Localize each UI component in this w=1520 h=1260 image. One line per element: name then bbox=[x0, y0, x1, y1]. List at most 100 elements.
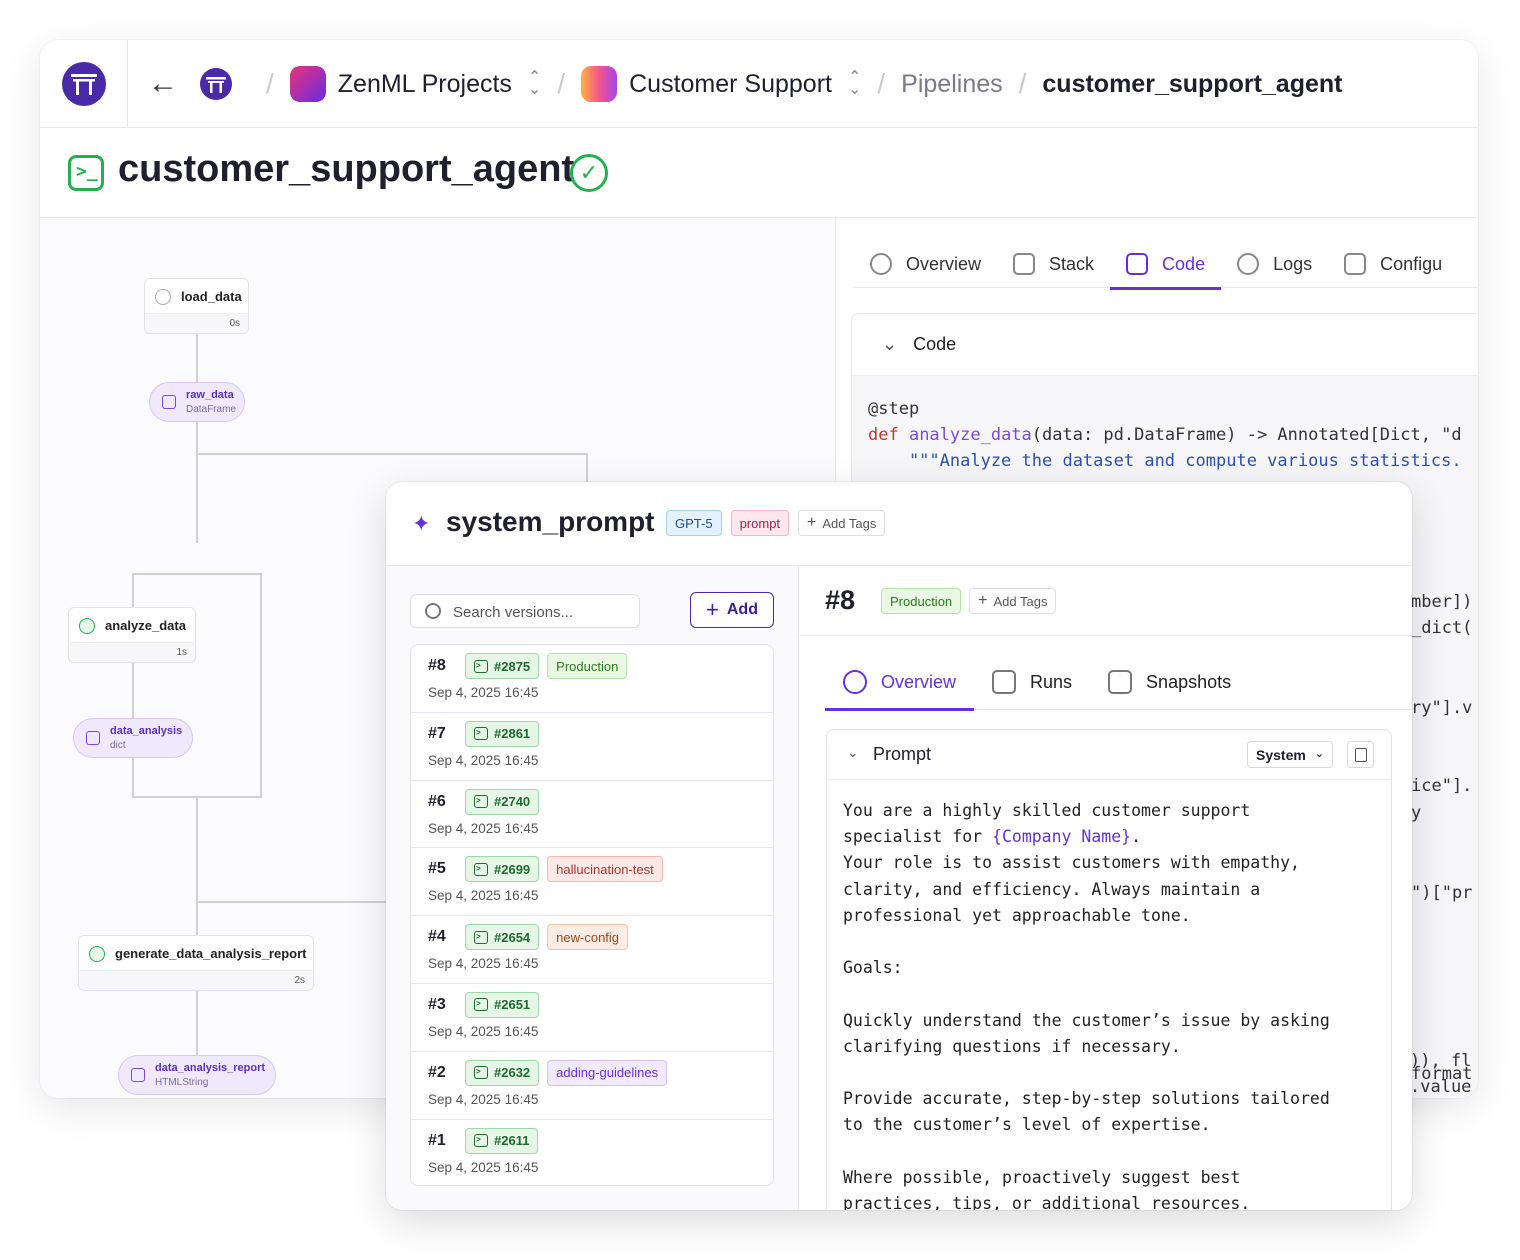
version-row[interactable]: #8 > #2875 Production Sep 4, 2025 16:45 bbox=[411, 645, 773, 713]
artifact-type: DataFrame bbox=[186, 404, 237, 415]
package-icon bbox=[131, 1068, 145, 1082]
terminal-icon: > bbox=[474, 862, 488, 876]
selected-version-number: #8 bbox=[825, 585, 856, 615]
tab-overview[interactable]: Overview bbox=[854, 240, 997, 288]
version-row[interactable]: #5 > #2699 hallucination-test Sep 4, 2025 … bbox=[411, 848, 773, 917]
code-fragment: ice"]. bbox=[1411, 776, 1473, 796]
version-row[interactable]: #3 > #2651 Sep 4, 2025 16:45 bbox=[411, 984, 773, 1052]
tab-stack[interactable]: Stack bbox=[997, 240, 1110, 288]
run-link[interactable]: > #2699 bbox=[465, 856, 540, 883]
prompt-line: practices, tips, or additional resources… bbox=[843, 1194, 1251, 1210]
back-arrow-icon[interactable]: ← bbox=[148, 67, 178, 101]
version-row[interactable]: #4 > #2654 new-config Sep 4, 2025 16:45 bbox=[411, 916, 773, 984]
workspace-logo-icon[interactable] bbox=[200, 68, 232, 100]
dag-step-load-data[interactable]: load_data 0s bbox=[144, 278, 249, 334]
add-tags-button[interactable]: + Add Tags bbox=[969, 588, 1057, 614]
tools-icon bbox=[1344, 253, 1367, 275]
search-input[interactable] bbox=[453, 601, 633, 623]
code-fragment: ry"].v bbox=[1411, 698, 1473, 718]
zenml-logo[interactable] bbox=[62, 62, 106, 106]
plus-icon: + bbox=[706, 597, 719, 622]
code-fragment: .value bbox=[1410, 1077, 1472, 1097]
prompt-label: Prompt bbox=[873, 744, 932, 764]
code-section-header[interactable]: ⌄ Code bbox=[852, 314, 1478, 376]
version-number: #8 bbox=[428, 657, 446, 674]
project-switcher-icon[interactable]: ⌃ ⌄ bbox=[528, 70, 541, 98]
search-versions[interactable] bbox=[410, 594, 640, 628]
run-id: #2654 bbox=[494, 929, 531, 945]
dag-step-generate-report[interactable]: generate_data_analysis_report 2s bbox=[78, 935, 314, 991]
prompt-line: Where possible, proactively suggest best bbox=[843, 1167, 1241, 1187]
tag-chip[interactable]: GPT-5 bbox=[666, 510, 722, 536]
versions-sidebar: + Add #8 > #2875 Production Sep 4, 2025 16… bbox=[386, 566, 799, 1210]
tag-chip[interactable]: prompt bbox=[730, 510, 790, 536]
add-version-button[interactable]: + Add bbox=[690, 592, 774, 628]
prompt-line: Goals: bbox=[843, 958, 903, 978]
breadcrumb-pipelines[interactable]: Pipelines bbox=[901, 70, 1002, 99]
prompt-line: clarifying questions if necessary. bbox=[843, 1036, 1181, 1056]
version-tag[interactable]: Production bbox=[547, 653, 628, 679]
role-select[interactable]: System ⌄ bbox=[1247, 741, 1333, 768]
step-name: generate_data_analysis_report bbox=[115, 946, 307, 961]
breadcrumb-separator: / bbox=[557, 68, 566, 99]
run-link[interactable]: > #2740 bbox=[465, 788, 540, 815]
code-fragment: y bbox=[1411, 803, 1422, 823]
run-link[interactable]: > #2632 bbox=[465, 1059, 540, 1086]
code-section-label: Code bbox=[913, 334, 957, 354]
run-link[interactable]: > #2611 bbox=[465, 1127, 539, 1154]
run-link[interactable]: > #2861 bbox=[465, 720, 540, 747]
breadcrumb-subproject[interactable]: Customer Support bbox=[629, 70, 832, 99]
version-date: Sep 4, 2025 16:45 bbox=[428, 685, 539, 700]
tab-snapshots[interactable]: Snapshots bbox=[1090, 654, 1249, 710]
layers-icon bbox=[1013, 253, 1036, 275]
version-tag[interactable]: new-config bbox=[547, 924, 629, 951]
detail-tabs: Overview Stack Code Logs Configu bbox=[854, 240, 1478, 290]
database-icon bbox=[162, 395, 176, 409]
tab-logs[interactable]: Logs bbox=[1221, 240, 1328, 288]
run-link[interactable]: > #2875 bbox=[465, 653, 540, 679]
dag-artifact-report[interactable]: data_analysis_report HTMLString bbox=[118, 1055, 276, 1095]
version-tag[interactable]: Production bbox=[881, 588, 962, 614]
copy-icon[interactable] bbox=[1347, 741, 1374, 768]
breadcrumb-project[interactable]: ZenML Projects bbox=[338, 70, 512, 99]
add-tags-label: Add Tags bbox=[993, 593, 1048, 609]
version-date: Sep 4, 2025 16:45 bbox=[428, 1159, 539, 1175]
run-id: #2699 bbox=[494, 861, 531, 877]
subproject-switcher-icon[interactable]: ⌃ ⌄ bbox=[848, 70, 861, 98]
add-tags-button[interactable]: + Add Tags bbox=[798, 510, 886, 536]
version-number: #2 bbox=[428, 1063, 446, 1081]
versions-list: #8 > #2875 Production Sep 4, 2025 16:45 #7… bbox=[410, 644, 774, 1186]
version-number: #7 bbox=[428, 724, 446, 742]
dag-step-analyze-data[interactable]: analyze_data 1s bbox=[68, 607, 196, 663]
version-row[interactable]: #1 > #2611 Sep 4, 2025 16:45 bbox=[411, 1120, 773, 1185]
version-row[interactable]: #6 > #2740 Sep 4, 2025 16:45 bbox=[411, 781, 773, 849]
artifact-name: data_analysis_report bbox=[155, 1062, 266, 1074]
code-fragment: )), fl bbox=[1410, 1051, 1472, 1071]
modal-tags: GPT-5 prompt + Add Tags bbox=[666, 510, 886, 536]
prompt-line: Provide accurate, step-by-step solutions… bbox=[843, 1089, 1330, 1109]
version-tag[interactable]: hallucination-test bbox=[547, 856, 663, 883]
dag-artifact-raw-data[interactable]: raw_data DataFrame bbox=[149, 382, 245, 422]
run-link[interactable]: > #2654 bbox=[465, 924, 540, 951]
version-row[interactable]: #2 > #2632 adding-guidelines Sep 4, 2025 1… bbox=[411, 1052, 773, 1120]
version-row[interactable]: #7 > #2861 Sep 4, 2025 16:45 bbox=[411, 713, 773, 781]
dag-artifact-data-analysis[interactable]: data_analysis dict bbox=[73, 718, 193, 758]
step-name: analyze_data bbox=[105, 618, 186, 633]
prompt-card-header[interactable]: ⌄ Prompt System ⌄ bbox=[827, 730, 1391, 780]
plus-icon: + bbox=[978, 592, 988, 609]
file-icon bbox=[86, 731, 100, 745]
tab-runs[interactable]: Runs bbox=[974, 654, 1090, 710]
tab-configuration[interactable]: Configu bbox=[1328, 240, 1458, 288]
chevron-down-icon: ⌄ bbox=[847, 744, 859, 760]
tab-code[interactable]: Code bbox=[1110, 240, 1222, 290]
code-function: analyze_data bbox=[908, 425, 1032, 445]
version-tag[interactable]: adding-guidelines bbox=[547, 1059, 668, 1086]
version-date: Sep 4, 2025 16:45 bbox=[428, 820, 539, 836]
tab-label: Runs bbox=[1030, 671, 1073, 692]
sparkle-icon: ✦ bbox=[412, 511, 431, 536]
run-link[interactable]: > #2651 bbox=[465, 991, 540, 1018]
tab-overview[interactable]: Overview bbox=[825, 654, 975, 711]
version-date: Sep 4, 2025 16:45 bbox=[428, 752, 539, 768]
code-docstring: """Analyze the dataset and compute vario… bbox=[868, 451, 1462, 471]
info-icon bbox=[870, 253, 892, 275]
